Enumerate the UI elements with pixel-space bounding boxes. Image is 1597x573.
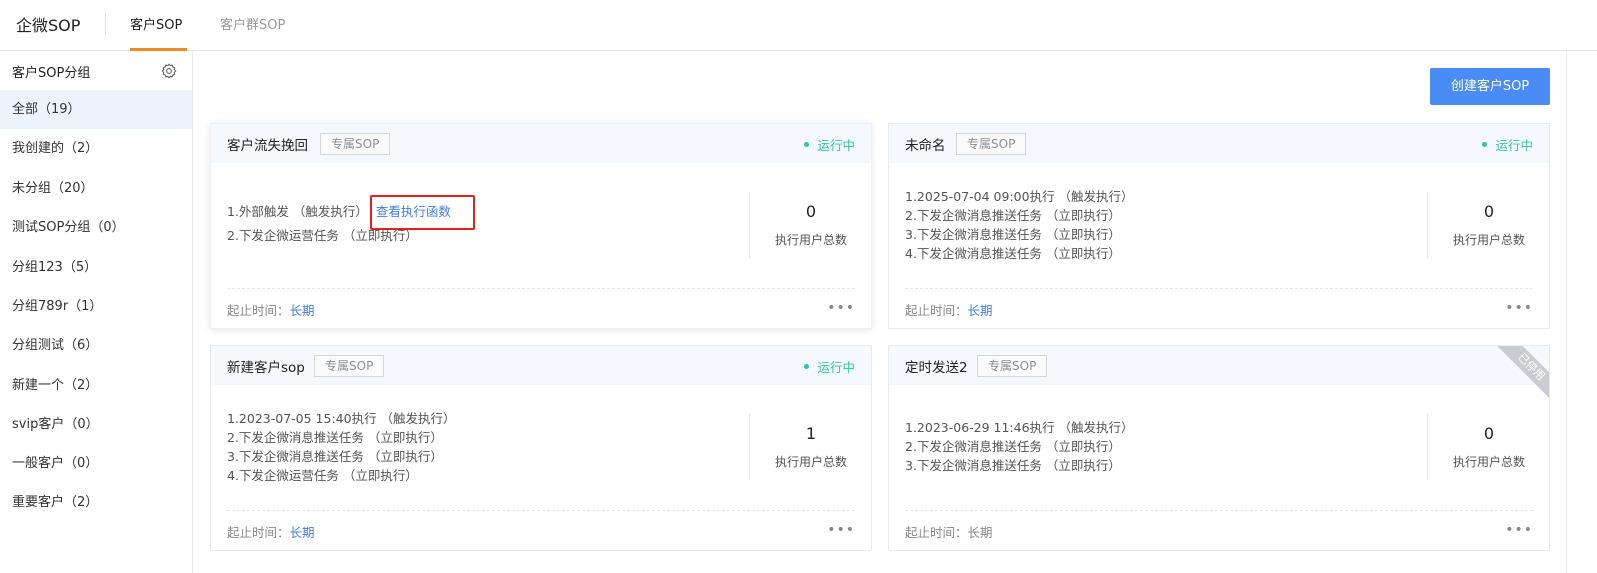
sidebar-title: 客户SOP分组 — [12, 66, 91, 81]
nav-divider — [105, 13, 106, 35]
status-dot-icon — [804, 142, 810, 147]
more-icon[interactable]: ••• — [1505, 300, 1533, 316]
card-title: 未命名 — [905, 138, 946, 154]
period: 起止时间：长期 — [227, 303, 315, 318]
card-header: 定时发送2 专属SOP — [889, 346, 1549, 385]
step-item: 3.下发企微消息推送任务 （立即执行） — [905, 458, 1121, 473]
status-badge: 运行中 — [1482, 135, 1533, 154]
sidebar-item-general[interactable]: 一般客户（0） — [0, 444, 192, 483]
divider — [1427, 414, 1428, 480]
divider — [1427, 192, 1428, 258]
divider — [749, 414, 750, 480]
sidebar-item-group123[interactable]: 分组123（5） — [0, 248, 192, 287]
sidebar-item-group789r[interactable]: 分组789r（1） — [0, 287, 192, 326]
step-item: 3.下发企微消息推送任务 （立即执行） — [227, 449, 443, 464]
view-function-link[interactable]: 查看执行函数 — [376, 204, 451, 219]
card-title: 客户流失挽回 — [227, 138, 308, 154]
divider — [749, 192, 750, 258]
sidebar: 客户SOP分组 全部（19） 我创建的（2） 未分组（20） 测试SOP分组（0… — [0, 51, 193, 573]
card-header: 未命名 专属SOP 运行中 — [889, 124, 1549, 163]
period-value: 长期 — [967, 303, 993, 318]
step-list: 1.2025-07-04 09:00执行 （触发执行） 2.下发企微消息推送任务… — [905, 187, 1134, 263]
step-item: 2.下发企微消息推送任务 （立即执行） — [905, 208, 1121, 223]
period-value: 长期 — [289, 303, 315, 318]
user-count-label: 执行用户总数 — [774, 233, 847, 247]
tab-customer-sop[interactable]: 客户SOP — [130, 14, 182, 33]
divider — [905, 510, 1533, 511]
period: 起止时间：长期 — [905, 525, 993, 540]
step-item: 2.下发企微消息推送任务 （立即执行） — [227, 430, 443, 445]
period-value: 长期 — [967, 525, 993, 540]
sop-type-tag: 专属SOP — [320, 133, 391, 155]
status-badge: 运行中 — [804, 135, 855, 154]
sidebar-item-created-by-me[interactable]: 我创建的（2） — [0, 129, 192, 168]
gear-icon[interactable] — [161, 63, 177, 79]
sop-type-tag: 专属SOP — [314, 355, 385, 377]
step-list: 1.2023-06-29 11:46执行 （触发执行） 2.下发企微消息推送任务… — [905, 418, 1134, 475]
step-item: 1.2023-06-29 11:46执行 （触发执行） — [905, 420, 1134, 435]
sop-type-tag: 专属SOP — [956, 133, 1027, 155]
sop-card[interactable]: 定时发送2 专属SOP 已停用 1.2023-06-29 11:46执行 （触发… — [888, 345, 1550, 551]
app-title: 企微SOP — [16, 16, 81, 35]
divider — [905, 288, 1533, 289]
sidebar-item-group-test[interactable]: 分组测试（6） — [0, 326, 192, 365]
divider — [227, 510, 855, 511]
card-title: 定时发送2 — [905, 360, 968, 376]
step-item: 1.2025-07-04 09:00执行 （触发执行） — [905, 189, 1134, 204]
top-nav: 企微SOP 客户SOP 客户群SOP — [0, 0, 1597, 51]
card-header: 客户流失挽回 专属SOP 运行中 — [211, 124, 871, 163]
more-icon[interactable]: ••• — [827, 522, 855, 538]
user-count-label: 执行用户总数 — [1452, 233, 1525, 247]
status-badge: 运行中 — [804, 357, 855, 376]
user-count-label: 执行用户总数 — [1452, 455, 1525, 469]
step-item: 1.2023-07-05 15:40执行 （触发执行） — [227, 411, 456, 426]
sop-card[interactable]: 未命名 专属SOP 运行中 1.2025-07-04 09:00执行 （触发执行… — [888, 123, 1550, 329]
user-count: 1 — [805, 424, 817, 443]
sidebar-header: 客户SOP分组 — [0, 51, 192, 89]
status-dot-icon — [804, 364, 810, 369]
more-icon[interactable]: ••• — [1505, 522, 1533, 538]
sidebar-item-important[interactable]: 重要客户（2） — [0, 483, 192, 522]
scrollbar[interactable] — [1566, 51, 1567, 573]
step-item: 4.下发企微消息推送任务 （立即执行） — [905, 246, 1121, 261]
user-count-label: 执行用户总数 — [774, 455, 847, 469]
card-title: 新建客户sop — [227, 360, 305, 376]
user-count: 0 — [1483, 202, 1495, 221]
sop-card[interactable]: 客户流失挽回 专属SOP 运行中 1.外部触发 （触发执行） 查看执行函数 2.下… — [210, 123, 872, 329]
tab-customer-group-sop[interactable]: 客户群SOP — [220, 14, 285, 33]
step-list: 1.外部触发 （触发执行） 查看执行函数 2.下发企微运营任务 （立即执行） — [227, 195, 475, 245]
step-item: 2.下发企微消息推送任务 （立即执行） — [905, 439, 1121, 454]
step-item: 4.下发企微运营任务 （立即执行） — [227, 468, 418, 483]
sidebar-item-svip[interactable]: svip客户（0） — [0, 405, 192, 444]
sidebar-item-all[interactable]: 全部（19） — [0, 90, 192, 129]
step-list: 1.2023-07-05 15:40执行 （触发执行） 2.下发企微消息推送任务… — [227, 409, 456, 485]
status-dot-icon — [1482, 142, 1488, 147]
more-icon[interactable]: ••• — [827, 300, 855, 316]
user-count: 0 — [1483, 424, 1495, 443]
sidebar-item-new-one[interactable]: 新建一个（2） — [0, 366, 192, 405]
sidebar-item-ungrouped[interactable]: 未分组（20） — [0, 169, 192, 208]
period: 起止时间：长期 — [905, 303, 993, 318]
divider — [227, 288, 855, 289]
sop-type-tag: 专属SOP — [977, 355, 1048, 377]
period: 起止时间：长期 — [227, 525, 315, 540]
card-header: 新建客户sop 专属SOP 运行中 — [211, 346, 871, 385]
step-item: 1.外部触发 （触发执行） 查看执行函数 — [227, 195, 475, 230]
sidebar-item-test-sop-group[interactable]: 测试SOP分组（0） — [0, 208, 192, 247]
user-count: 0 — [805, 202, 817, 221]
create-sop-button[interactable]: 创建客户SOP — [1430, 68, 1550, 105]
step-item: 3.下发企微消息推送任务 （立即执行） — [905, 227, 1121, 242]
highlight-box: 查看执行函数 — [369, 195, 475, 230]
period-value: 长期 — [289, 525, 315, 540]
sop-card[interactable]: 新建客户sop 专属SOP 运行中 1.2023-07-05 15:40执行 （… — [210, 345, 872, 551]
